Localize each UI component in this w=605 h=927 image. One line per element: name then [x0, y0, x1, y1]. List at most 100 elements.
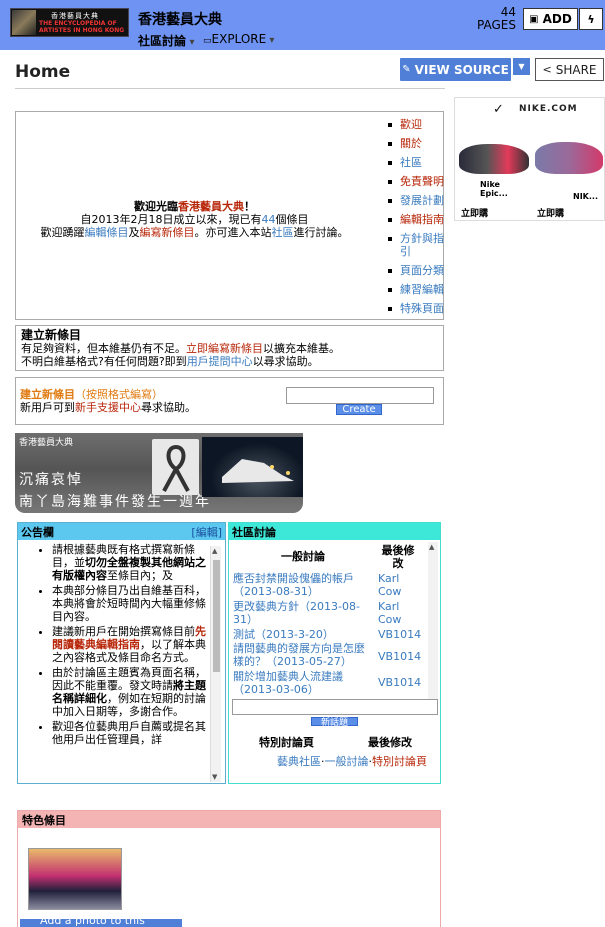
info-text: 新用戶可到 [20, 401, 75, 414]
newbie-support-link[interactable]: 新手支援中心 [75, 401, 141, 414]
user-link[interactable]: Karl Cow [378, 600, 418, 626]
write-new-article-link[interactable]: 立即編寫新條目 [186, 342, 263, 355]
chevron-down-icon: ▼ [518, 62, 525, 71]
ribbon-image [152, 439, 199, 495]
add-button[interactable]: ▣ ADD [523, 8, 578, 30]
menu-item-categories[interactable]: 頁面分類 [388, 264, 444, 277]
view-source-dropdown[interactable]: ▼ [513, 58, 530, 75]
featured-photo[interactable] [28, 848, 122, 910]
create-title-input[interactable] [286, 387, 434, 404]
chevron-down-icon: ▾ [186, 37, 195, 48]
topic-link[interactable]: 應否封禁開設傀儡的帳戶（2013-08-31） [233, 572, 371, 598]
featured-title: 特色條目 [18, 811, 440, 828]
add-label: ADD [542, 12, 572, 26]
ferry-shape [222, 459, 294, 483]
create-article-line-1: 有足夠資料，但本維基仍有不足。立即編寫新條目以擴充本維基。 [21, 342, 438, 355]
announcement-item: 請根據藝典既有格式撰寫新條目，並切勿全盤複製其他網站之有版權內容至條目內；及 [52, 543, 208, 582]
scroll-thumb[interactable] [213, 560, 220, 672]
nike-swoosh-icon: ✓ [493, 102, 504, 117]
menu-item-sandbox[interactable]: 練習編輯 [388, 283, 444, 296]
pages-label: PAGES [477, 18, 516, 32]
new-article-link[interactable]: 編寫新條目 [140, 226, 195, 239]
welcome-text: 歡迎光臨 [134, 200, 178, 213]
nav-forum[interactable]: 社區討論 ▾ [138, 32, 195, 49]
activity-icon: ϟ [587, 12, 595, 26]
activity-button[interactable]: ϟ [579, 8, 603, 30]
ferry-photo [202, 437, 303, 497]
menu-item-plan[interactable]: 發展計劃 [388, 194, 444, 207]
global-header: 香港藝員大典 THE ENCYCLOPEDIA OF ARTISTES IN HO… [0, 0, 605, 50]
menu-item-label: 練習編輯 [400, 283, 444, 296]
topic-link[interactable]: 請問藝典的發展方向是怎麼樣的？（2013-05-27） [233, 642, 371, 668]
banner-label: 香港藝員大典 [19, 438, 74, 448]
shoe-image-2 [535, 142, 603, 174]
item-text: 本典部分條目乃出自維基百科，本典將會於短時間內大幅重修條目內容。 [52, 584, 206, 623]
forum-home-link[interactable]: 藝典社區 [277, 755, 321, 768]
banner-line-1: 沉痛哀悼 [19, 472, 83, 488]
announcement-item: 本典部分條目乃出自維基百科，本典將會於短時間內大幅重修條目內容。 [52, 584, 208, 623]
nav-explore[interactable]: ▭EXPLORE ▾ [203, 32, 274, 46]
edit-article-link[interactable]: 編輯條目 [85, 226, 129, 239]
forum-panel: 社區討論 一般討論 最後修改 應否封禁開設傀儡的帳戶（2013-08-31） Ka… [228, 522, 441, 784]
special-discussion-link[interactable]: 特別討論頁 [372, 755, 427, 768]
create-article-title: 建立新條目 [21, 328, 82, 342]
menu-item-about[interactable]: 關於 [388, 137, 444, 150]
topic-link[interactable]: 測試（2013-3-20） [233, 628, 371, 641]
welcome-line-2: 自2013年2月18日成立以來，現已有44個條目 [16, 213, 373, 226]
ad-buy-1[interactable]: 立即購 [461, 206, 488, 219]
community-link[interactable]: 社區 [272, 226, 294, 239]
create-button[interactable]: Create [336, 404, 382, 415]
announcement-title: 公告欄 [21, 526, 54, 539]
menu-item-community[interactable]: 社區 [388, 156, 444, 169]
ad-buy-2[interactable]: 立即購 [537, 206, 564, 219]
user-link[interactable]: VB1014 [378, 676, 421, 689]
scroll-down-icon[interactable]: ▼ [212, 773, 217, 781]
create-article-line-2: 不明白維基格式?有任何問題?即到用戶提問中心以尋求協助。 [21, 355, 438, 368]
user-link[interactable]: Karl Cow [378, 572, 418, 598]
wiki-name[interactable]: 香港藝員大典 [138, 9, 222, 29]
view-source-button[interactable]: ✎ VIEW SOURCE [400, 58, 511, 81]
forum-scrollbar[interactable]: ▲ ▼ [428, 542, 438, 713]
logo-text-en: THE ENCYCLOPEDIA OF ARTISTES IN HONG KONG [39, 20, 125, 34]
advertisement[interactable]: ✓ NIKE.COM Nike Epic... NIK... 立即購 立即購 [454, 97, 605, 221]
menu-item-label: 免責聲明 [400, 175, 444, 188]
welcome-text: 自2013年2月18日成立以來，現已有 [80, 213, 262, 226]
wiki-logo[interactable]: 香港藝員大典 THE ENCYCLOPEDIA OF ARTISTES IN HO… [10, 8, 129, 37]
help-center-link[interactable]: 用戶提問中心 [187, 355, 253, 368]
divider [15, 88, 445, 89]
scroll-up-icon[interactable]: ▲ [429, 543, 434, 551]
announcement-item: 由於討論區主題賓為頁面名稱，因此不能重覆。發文時請將主題名稱詳細化，例如在短期的… [52, 666, 208, 718]
pencil-icon: ✎ [402, 64, 411, 75]
col-topic: 一般討論 [281, 550, 325, 563]
add-photo-button[interactable]: Add a photo to this gallery [20, 914, 182, 927]
scroll-up-icon[interactable]: ▲ [212, 547, 217, 555]
welcome-text: 歡迎踴躍 [40, 226, 85, 239]
announcement-edit-link[interactable]: [編輯] [191, 524, 222, 540]
share-button[interactable]: < SHARE [535, 58, 604, 81]
topic-link[interactable]: 更改藝典方針（2013-08-31） [233, 600, 371, 626]
menu-item-welcome[interactable]: 歡迎 [388, 118, 444, 131]
new-topic-button[interactable]: 新話題 [311, 717, 358, 728]
new-topic-input[interactable] [232, 699, 438, 715]
menu-item-editing-guide[interactable]: 編輯指南 [388, 213, 444, 226]
memorial-banner[interactable]: 香港藝員大典 沉痛哀悼 南丫島海難事件發生一週年 [15, 433, 303, 513]
article-count-link[interactable]: 44 [262, 213, 276, 226]
menu-item-policy[interactable]: 方針與指引 [388, 232, 444, 258]
user-link[interactable]: VB1014 [378, 628, 421, 641]
menu-item-special-pages[interactable]: 特殊頁面 [388, 302, 444, 315]
menu-item-label: 頁面分類 [400, 264, 444, 277]
view-source-label: VIEW SOURCE [414, 62, 509, 77]
welcome-text: ！ [244, 200, 255, 213]
announcement-scrollbar[interactable]: ▲ ▼ [210, 546, 221, 782]
user-link[interactable]: VB1014 [378, 650, 421, 663]
menu-item-label: 社區 [400, 156, 422, 169]
item-text: 至條目內；及 [107, 569, 173, 582]
welcome-line-3: 歡迎踴躍編輯條目及編寫新條目。亦可進入本站社區進行討論。 [16, 226, 373, 239]
topic-link[interactable]: 關於增加藝典人流建議（2013-03-06） [233, 670, 371, 696]
general-discussion-link[interactable]: 一般討論 [325, 755, 369, 768]
ad-product-name-2: NIK... [573, 192, 598, 201]
wiki-name-link[interactable]: 香港藝員大典 [178, 200, 244, 213]
create-article-box: 建立新條目 有足夠資料，但本維基仍有不足。立即編寫新條目以擴充本維基。 不明白維… [15, 325, 444, 371]
menu-item-disclaimer[interactable]: 免責聲明 [388, 175, 444, 188]
info-text: 有足夠資料，但本維基仍有不足。 [21, 342, 186, 355]
